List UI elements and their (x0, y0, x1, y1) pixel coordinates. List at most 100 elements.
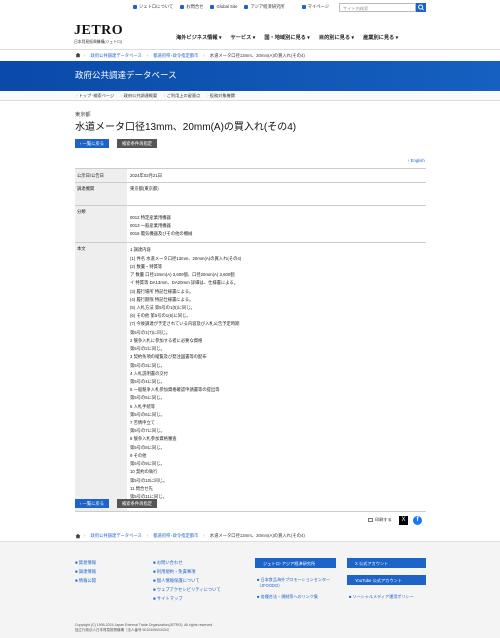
jfoodo-label: 日本食品海外プロモーションセンター（JFOODO） (257, 577, 331, 588)
subnav-notes[interactable]: › ご利用上の留意点 (164, 93, 200, 99)
print-icon (368, 517, 373, 522)
print-button[interactable]: 印刷する (368, 517, 392, 523)
footer-link[interactable]: ■ お問い合わせ (153, 560, 221, 566)
body-text-line: 4 入札説明書の交付 (130, 370, 168, 376)
breadcrumb: › 政府公共調達データベース › 都道府県･政令指定都市 › 水道メータ口径13mm、… (0, 49, 500, 61)
logo-text: JETRO (74, 23, 124, 38)
body-text-line: ア 数量 口径13mm(A) 3,600個、口径20mm(A) 3,600個 (130, 272, 235, 278)
classification-line: 0013 一般産業用機器 (130, 223, 171, 229)
body-text-line: イ 特質等 DA13mm、DA20mm 詳細は、仕様書による。 (130, 280, 239, 286)
table-row: 公示日/公告日 2024年02月21日 (75, 168, 426, 183)
jetro-logo[interactable]: JETRO 日本貿易振興機構(ジェトロ) (74, 22, 123, 45)
row-value: 2024年02月21日 (127, 168, 426, 183)
back-to-list-label: 一覧に戻る (82, 501, 105, 506)
back-to-list-button[interactable]: ‹ 一覧に戻る (75, 139, 110, 148)
util-about[interactable]: ジェトロについて (133, 4, 173, 10)
footer-link[interactable]: ■ 貿易情報 (75, 560, 96, 566)
body-text-line: 1 調達内容 (130, 247, 151, 253)
footer-link[interactable]: ■ ウェブアクセシビリティについて (153, 587, 221, 593)
back-to-list-button-bottom[interactable]: ‹ 一覧に戻る (75, 499, 110, 508)
org-line: 独立行政法人日本貿易振興機構（法人番号 6010405003434） (75, 628, 172, 633)
body-text-line: 第5号の4に同じ。 (130, 378, 165, 384)
gnav-regions[interactable]: 国・地域別に見る ▾ (264, 35, 310, 42)
regulation-label: 各種合法・規制等へのリンク集 (260, 594, 318, 599)
subnav-notes-label: ご利用上の留意点 (166, 93, 201, 98)
footer-link[interactable]: ■ 調達情報 (75, 569, 96, 575)
building-icon (244, 4, 249, 9)
footer-col-2: ■ お問い合わせ ■ 利用規約・免責事項 ■ 個人情報保護について ■ ウェブア… (153, 560, 221, 605)
breadcrumb-prefecture[interactable]: 都道府県･政令指定都市 (153, 533, 198, 539)
body-text-line: 第5号の3に同じ。 (130, 362, 165, 368)
subnav-top[interactable]: › トップ･検索ページ (76, 93, 114, 99)
classification-line: 0016 電気機器及びその他の機械 (130, 231, 193, 237)
row-value: 0012 特定産業用機器 0013 一般産業用機器 0016 電気機器及びその他… (127, 204, 426, 243)
x-account-button[interactable]: X 公式アカウント (347, 558, 426, 568)
home-icon[interactable] (75, 52, 81, 58)
body-text-line: 第5号の10に同じ。 (130, 477, 168, 483)
row-label: 分類 (75, 204, 127, 243)
gnav-services[interactable]: サービス ▾ (231, 35, 256, 42)
body-text-line: 5 一般競争入札参加資格確認申請書等の提出等 (130, 387, 220, 393)
body-text-line: (1) 件名 水道メータ口径13mm、20mm(A)の買入れ(その4) (130, 255, 242, 261)
util-global[interactable]: Global Site (210, 4, 237, 10)
body-text-line: (7) 今後調達が予定されている内容及び入札公告予定時期 (130, 321, 240, 327)
footer-link[interactable]: ■ 個人情報保護について (153, 578, 221, 584)
table-row: 調達機関 東京都(東京都) (75, 181, 426, 206)
page-title: 水道メータ口径13mm、20mm(A)の買入れ(その4) (75, 122, 297, 133)
footer-link[interactable]: ■ 利用規約・免責事項 (153, 569, 221, 575)
breadcrumb-prefecture[interactable]: 都道府県･政令指定都市 (153, 53, 198, 59)
search-input[interactable]: サイト内検索 (339, 3, 416, 12)
regulation-links[interactable]: ■ 各種合法・規制等へのリンク集 (257, 594, 318, 600)
body-text-line: 第5号の6に同じ。 (130, 411, 165, 417)
subnav-overview[interactable]: › 政府公共調達概要 (121, 93, 157, 99)
util-contact-label: お問合せ (186, 4, 204, 9)
row-label: 調達機関 (75, 181, 127, 206)
util-mypage[interactable]: マイページ (301, 4, 329, 10)
gnav-industry[interactable]: 産業別に見る ▾ (363, 35, 398, 42)
footer-link-label: サイトマップ (156, 596, 183, 602)
util-contact[interactable]: お問合せ (180, 4, 203, 10)
asia-institute-button[interactable]: ジェトロ･アジア経済研究所 (255, 558, 336, 568)
body-text-line: 8 競争入札参加資格審査 (130, 436, 177, 442)
globe-icon (210, 4, 215, 9)
footer-link[interactable]: ■ サイトマップ (153, 596, 221, 602)
footer-link-label: 利用規約・免責事項 (156, 569, 196, 575)
footer-link-label: 情報公開 (78, 578, 96, 584)
body-text-line: 第5号の11に同じ。 (130, 494, 167, 500)
section-banner: 政府公共調達データベース (0, 61, 500, 91)
body-text-line: 9 その他 (130, 452, 147, 458)
footer-link[interactable]: ■ 情報公開 (75, 578, 96, 584)
breadcrumb-db[interactable]: 政府公共調達データベース (90, 53, 141, 59)
gnav-purpose[interactable]: 目的別に見る ▾ (319, 35, 354, 42)
util-about-label: ジェトロについて (139, 4, 174, 9)
body-text-line: (4) 履行期限 特記仕様書による。 (130, 296, 194, 302)
english-link[interactable]: › English (408, 158, 425, 164)
util-asia-label: アジア経済研究所 (250, 4, 285, 9)
facebook-share-icon[interactable]: f (413, 516, 422, 525)
body-text-line: (6) その他 第5号の1(6)に同じ。 (130, 313, 191, 319)
back-to-list-label: 一覧に戻る (82, 141, 105, 146)
row-label: 公示日/公告日 (75, 168, 127, 183)
search-button[interactable] (416, 3, 426, 12)
x-share-icon[interactable]: X (399, 516, 408, 525)
breadcrumb-db[interactable]: 政府公共調達データベース (90, 533, 141, 539)
body-text-line: 7 苦情申立て (130, 420, 156, 426)
respecify-search-button-bottom[interactable]: 検索条件再指定 (117, 499, 158, 508)
jfoodo-link[interactable]: ■ 日本食品海外プロモーションセンター（JFOODO） (257, 577, 343, 588)
social-policy-link[interactable]: ■ ソーシャルメディア運用ポリシー (349, 594, 414, 600)
body-text-line: 第5号の2に同じ。 (130, 346, 165, 352)
gnav-overseas[interactable]: 海外ビジネス情報 ▾ (176, 35, 222, 42)
home-icon[interactable] (75, 533, 81, 539)
classification-line: 0012 特定産業用機器 (130, 214, 171, 220)
footer-link-label: ウェブアクセシビリティについて (156, 587, 221, 593)
util-global-label: Global Site (216, 4, 238, 9)
row-label: 本文 (75, 241, 127, 513)
body-text-line: 3 契約条項の縦覧及び発注図書等の配布 (130, 354, 207, 360)
row-value: 東京都(東京都) (127, 181, 426, 206)
mail-icon (180, 4, 185, 9)
subnav-overview-label: 政府公共調達概要 (123, 93, 158, 98)
util-asia[interactable]: アジア経済研究所 (244, 4, 285, 10)
youtube-account-button[interactable]: YouTube 公式アカウント (347, 575, 426, 585)
respecify-search-button[interactable]: 検索条件再指定 (117, 139, 158, 148)
subnav-agencies[interactable]: › 役務対象機関 (207, 93, 235, 99)
